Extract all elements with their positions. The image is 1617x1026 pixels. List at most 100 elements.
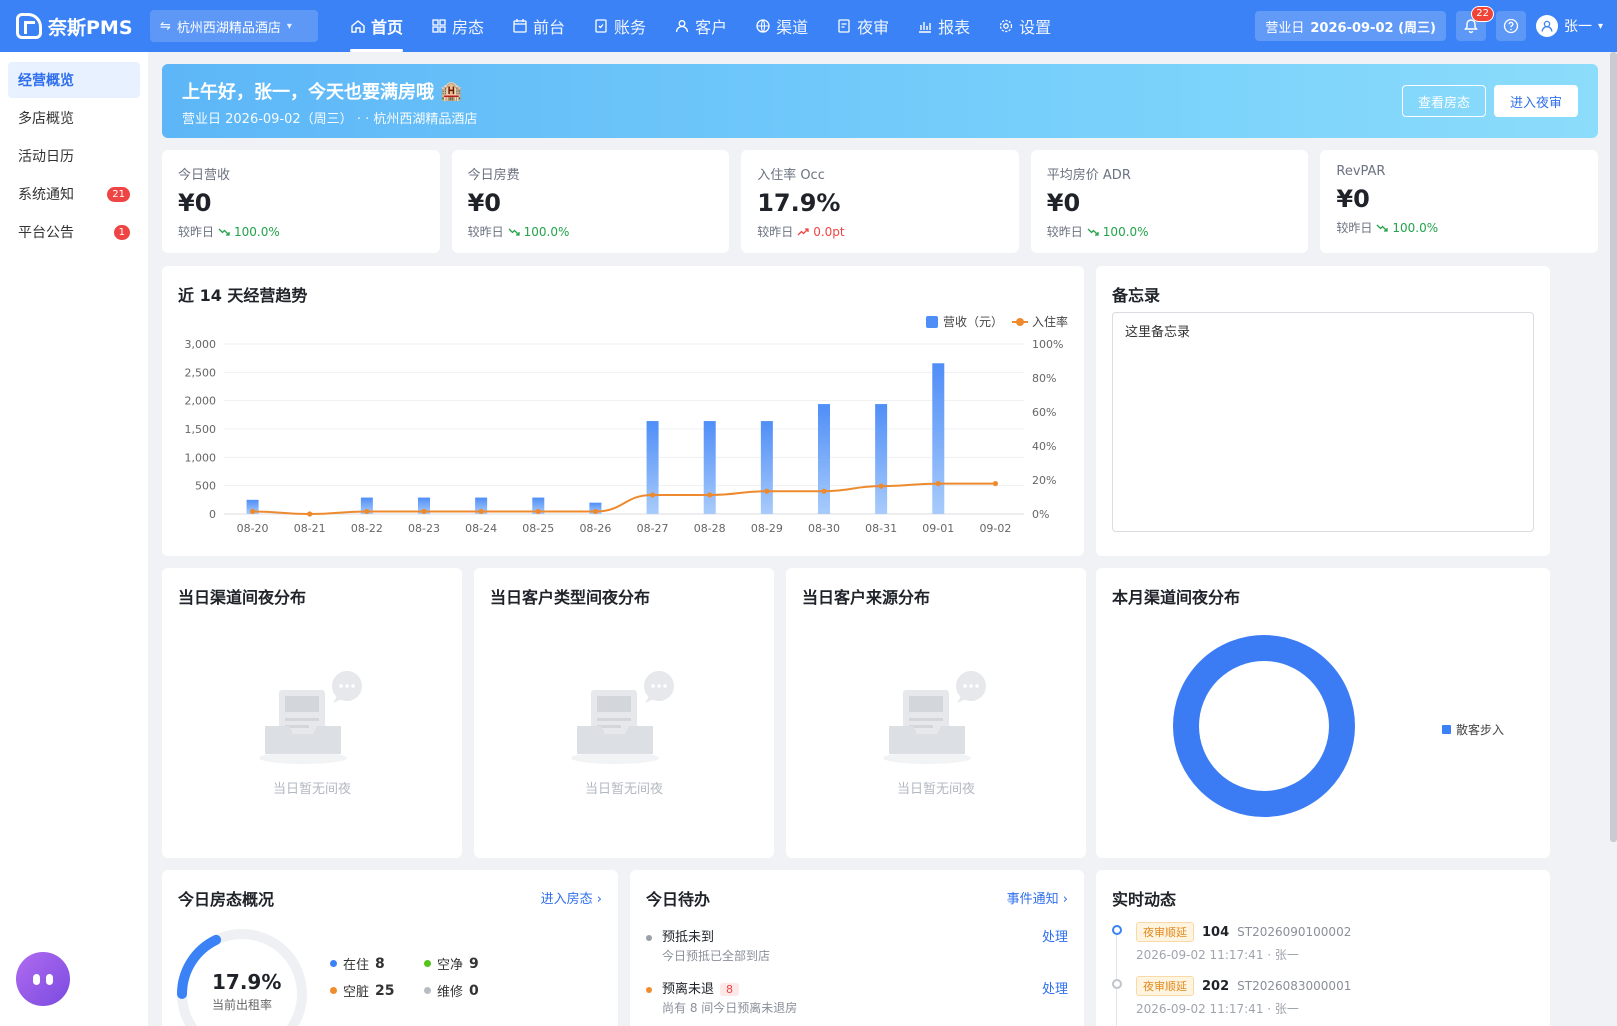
kpi-compare: 较昨日 100.0% [468,223,714,240]
y-tick-left-label: 1,500 [185,423,217,436]
brand-name: 奈斯PMS [48,16,133,39]
nav-item-label: 前台 [533,18,566,37]
business-date[interactable]: 营业日 2026-09-02 (周三) [1255,11,1446,41]
occupancy-point [935,480,941,487]
bar-chart-icon [919,22,932,33]
sidebar-item-4[interactable]: 平台公告 1 [8,214,140,250]
status-dot [330,987,337,994]
business-date-label: 营业日 [1265,20,1305,36]
activity-tag: 夜审顺延 [1136,922,1194,942]
app-logo[interactable]: 奈斯PMS [0,13,150,40]
notification-button[interactable]: 22 [1455,6,1494,41]
todo-handle-button[interactable]: 处理 [1042,926,1068,945]
nav-item-3[interactable]: 账务 [579,0,660,52]
kpi-compare: 较昨日 100.0% [1047,223,1293,240]
x-tick-label: 08-28 [694,522,726,535]
hotel-name: 杭州西湖精品酒店 [176,20,281,36]
todo-title: 预抵未到 [662,930,715,945]
nav-item-8[interactable]: 设置 [984,0,1065,52]
todo-card: 今日待办 事件通知 › 预抵未到 今日预抵已全部到店 处理 预离未退 8 尚有 8 … [630,870,1084,1026]
room-overview-title: 今日房态概况 [178,890,275,909]
empty-state: 当日暂无间夜 [474,668,774,797]
sidebar-item-3[interactable]: 系统通知 21 [8,176,140,212]
room-overview-card: 今日房态概况 进入房态 › 17.9% 当前出租率 在住 8 空净 9 空脏 25 维修 0 [162,870,618,1026]
activity-time: 2026-09-02 11:17:41 · 张一 [1136,1002,1299,1016]
trend-chart: 0 500 1,000 1,500 2,000 2,500 3,000 0% 20% 40% 60%… [185,314,1069,535]
sidebar-item-2[interactable]: 活动日历 [8,138,140,174]
todo-handle-button[interactable]: 处理 [1042,978,1068,997]
y-tick-left-label: 0 [209,508,216,521]
enter-night-audit-button[interactable]: 进入夜审 [1493,85,1578,117]
status-dot [424,960,431,967]
nav-item-5[interactable]: 渠道 [741,0,822,52]
x-tick-label: 08-29 [751,522,783,535]
occupancy-point [307,511,313,517]
sidebar-item-0[interactable]: 经营概览 [8,62,140,98]
room-stat: 维修 0 [424,981,494,1000]
hotel-switcher[interactable]: ⇋ 杭州西湖精品酒店 ▾ [150,10,318,42]
distribution-card: 当日渠道间夜分布 当日暂无间夜 [162,568,462,858]
welcome-title: 上午好，张一，今天也要满房哦 🏨 [182,78,1578,104]
calendar-icon [513,19,527,33]
distribution-title: 当日客户来源分布 [802,588,931,607]
user-menu[interactable]: 张一 ▾ [1535,15,1603,37]
kpi-compare-value: 100.0% [1102,224,1149,239]
logo-mark-icon [16,13,42,39]
sidebar-item-label: 多店概览 [18,111,74,127]
assistant-bot-button[interactable] [16,952,70,1006]
chevron-right-icon: › [596,892,602,907]
todo-description: 今日预抵已全部到店 [662,949,771,963]
empty-inbox-icon [883,671,986,764]
empty-state-text: 当日暂无间夜 [896,782,975,797]
nav-item-6[interactable]: 夜审 [822,0,903,52]
occupancy-point [821,488,827,494]
y-tick-right-label: 80% [1032,372,1056,385]
occupancy-point [592,508,599,515]
welcome-banner: 上午好，张一，今天也要满房哦 🏨 营业日 2026-09-02（周三） · · … [162,64,1598,138]
memo-textarea[interactable]: 这里备忘录 [1112,312,1534,532]
room-stat-value: 25 [375,982,395,999]
empty-state-text: 当日暂无间夜 [584,782,663,797]
room-stat-label: 在住 [343,958,370,973]
sidebar-badge: 21 [107,186,130,202]
nav-item-0[interactable]: 首页 [336,0,417,52]
activity-item[interactable]: 夜审顺延 104 ST2026090100002 2026-09-02 11:17:… [1112,922,1534,963]
kpi-value: ¥0 [1336,185,1370,213]
kpi-value: ¥0 [1046,189,1081,217]
nav-item-7[interactable]: 报表 [903,0,984,52]
y-tick-right-label: 40% [1032,440,1056,453]
nav-item-1[interactable]: 房态 [417,0,498,52]
room-stat: 空净 9 [424,954,494,973]
kpi-value: 17.9% [757,189,841,217]
kpi-label: 今日房费 [467,168,520,183]
hotel-building-icon: 🏨 [440,80,463,102]
event-notice-link[interactable]: 事件通知 › [1007,888,1068,907]
y-tick-right-label: 20% [1032,474,1056,487]
nav-item-4[interactable]: 客户 [660,0,741,52]
sidebar-item-1[interactable]: 多店概览 [8,100,140,136]
revenue-bar [932,363,945,514]
kpi-card: 今日房费 ¥0 较昨日 100.0% [451,150,730,253]
nav-item-2[interactable]: 前台 [498,0,579,52]
kpi-card: 平均房价 ADR ¥0 较昨日 100.0% [1030,150,1309,253]
view-room-status-button[interactable]: 查看房态 [1401,85,1486,117]
enter-room-status-link[interactable]: 进入房态 › [541,888,602,907]
room-stat: 在住 8 [330,954,400,973]
memo-card: 备忘录 这里备忘录 [1096,266,1550,556]
page-scrollbar-thumb[interactable] [1610,52,1617,842]
todo-count-badge: 8 [720,983,740,996]
activity-time: 2026-09-02 11:17:41 · 张一 [1136,948,1299,962]
kpi-compare-value: 100.0% [234,224,280,239]
trend-chart-card: 近 14 天经营趋势 0 500 1,000 1,500 2,000 2,500 3,000… [162,266,1084,556]
room-stat-label: 维修 [437,985,464,1000]
help-button[interactable] [1495,11,1526,41]
y-tick-left-label: 1,000 [185,451,217,464]
trend-down-icon [1376,224,1389,232]
kpi-compare-label: 较昨日 [757,225,794,239]
timeline-node [1112,979,1122,989]
activity-item[interactable]: 夜审顺延 202 ST2026083000001 2026-09-02 11:17:… [1112,976,1534,1017]
chevron-down-icon: ▾ [1597,20,1603,32]
todo-item: 预离未退 8 尚有 8 间今日预离未退房 处理 [646,978,1068,1016]
y-tick-right-label: 0% [1032,508,1049,521]
bot-eye-icon [33,973,40,985]
